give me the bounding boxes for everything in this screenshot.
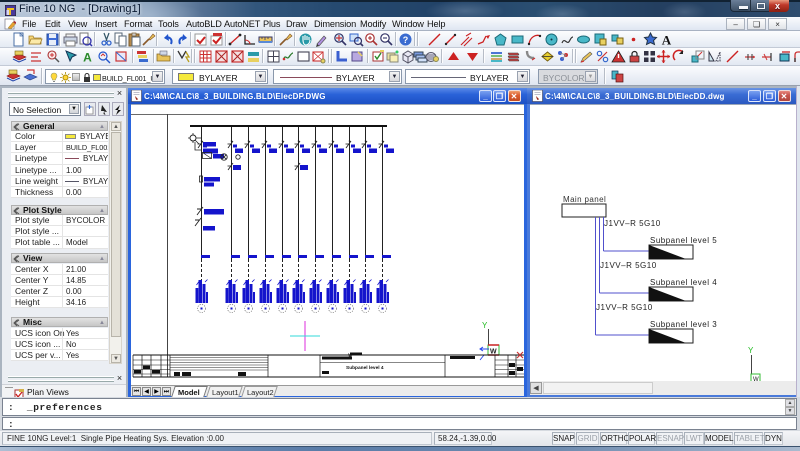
svg-text:Subpanel level 4: Subpanel level 4 [346, 365, 384, 371]
svg-text:J1VV–R 5G10: J1VV–R 5G10 [604, 219, 661, 228]
svg-text:Y: Y [482, 321, 488, 330]
svg-text:Subpanel level 3: Subpanel level 3 [650, 320, 717, 329]
svg-text:Subpanel level 4: Subpanel level 4 [650, 278, 717, 287]
svg-text:Main panel: Main panel [563, 195, 606, 204]
svg-text:J1VV–R 5G10: J1VV–R 5G10 [600, 261, 657, 270]
svg-text:J1VV–R 5G10: J1VV–R 5G10 [596, 303, 653, 312]
svg-text:Subpanel level 5: Subpanel level 5 [650, 236, 717, 245]
svg-text:W: W [490, 349, 497, 356]
svg-text:?: ? [403, 35, 409, 45]
svg-text:A: A [662, 33, 672, 48]
svg-text:A: A [83, 51, 92, 65]
svg-text:Y: Y [748, 346, 754, 355]
